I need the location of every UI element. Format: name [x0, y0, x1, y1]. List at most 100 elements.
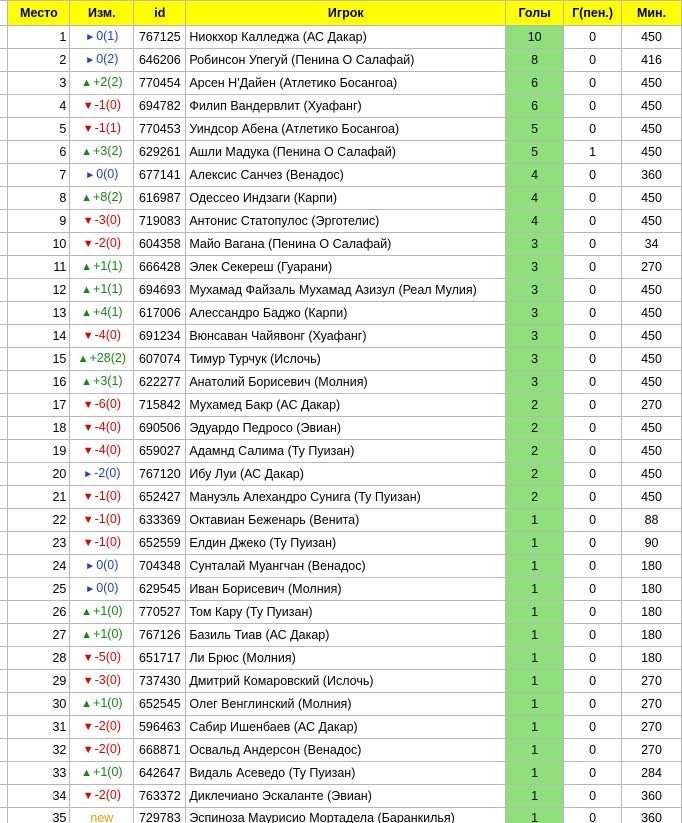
cell-min[interactable]: 270: [621, 393, 682, 417]
cell-id[interactable]: 651717: [133, 646, 187, 670]
cell-player[interactable]: Антонис Статопулос (Эрготелис): [185, 209, 507, 233]
cell-goals[interactable]: 6: [505, 71, 565, 95]
cell-min[interactable]: 360: [621, 784, 682, 808]
cell-pos[interactable]: 32: [7, 738, 71, 762]
cell-player[interactable]: Алессандро Баджо (Карпи): [185, 301, 507, 325]
cell-min[interactable]: 270: [621, 692, 682, 716]
cell-goals[interactable]: 1: [505, 669, 565, 693]
cell-change[interactable]: ►0(0): [69, 554, 135, 578]
cell-goals[interactable]: 5: [505, 117, 565, 141]
cell-pen[interactable]: 0: [563, 209, 623, 233]
cell-player[interactable]: Одессео Индзаги (Карпи): [185, 186, 507, 210]
header-pen[interactable]: Г(пен.): [563, 0, 623, 26]
cell-id[interactable]: 737430: [133, 669, 187, 693]
header-id[interactable]: id: [133, 0, 187, 26]
cell-pos[interactable]: 25: [7, 577, 71, 601]
cell-player[interactable]: Октавиан Беженарь (Венита): [185, 508, 507, 532]
cell-player[interactable]: Сабир Ишенбаев (АС Дакар): [185, 715, 507, 739]
cell-id[interactable]: 704348: [133, 554, 187, 578]
cell-id[interactable]: 646206: [133, 48, 187, 72]
cell-min[interactable]: 180: [621, 577, 682, 601]
cell-goals[interactable]: 1: [505, 554, 565, 578]
header-player[interactable]: Игрок: [185, 0, 507, 26]
cell-player[interactable]: Мухамад Файзаль Мухамад Азизул (Реал Мул…: [185, 278, 507, 302]
cell-change[interactable]: ▲+4(1): [69, 301, 135, 325]
cell-min[interactable]: 180: [621, 600, 682, 624]
cell-pen[interactable]: 0: [563, 669, 623, 693]
cell-pos[interactable]: 20: [7, 462, 71, 486]
cell-change[interactable]: ▲+8(2): [69, 186, 135, 210]
cell-id[interactable]: 715842: [133, 393, 187, 417]
cell-pos[interactable]: 14: [7, 324, 71, 348]
cell-change[interactable]: ▼-4(0): [69, 324, 135, 348]
cell-goals[interactable]: 3: [505, 347, 565, 371]
cell-player[interactable]: Ли Брюс (Молния): [185, 646, 507, 670]
cell-min[interactable]: 88: [621, 508, 682, 532]
cell-goals[interactable]: 1: [505, 531, 565, 555]
cell-pen[interactable]: 0: [563, 462, 623, 486]
cell-pen[interactable]: 0: [563, 439, 623, 463]
cell-pos[interactable]: 35: [7, 807, 71, 823]
cell-min[interactable]: 450: [621, 94, 682, 118]
cell-pen[interactable]: 0: [563, 255, 623, 279]
cell-player[interactable]: Сунталай Муангчан (Венадос): [185, 554, 507, 578]
cell-id[interactable]: 763372: [133, 784, 187, 808]
cell-goals[interactable]: 2: [505, 393, 565, 417]
cell-pen[interactable]: 0: [563, 784, 623, 808]
cell-id[interactable]: 767120: [133, 462, 187, 486]
cell-goals[interactable]: 2: [505, 485, 565, 509]
cell-pos[interactable]: 23: [7, 531, 71, 555]
cell-pen[interactable]: 0: [563, 738, 623, 762]
cell-id[interactable]: 616987: [133, 186, 187, 210]
cell-goals[interactable]: 8: [505, 48, 565, 72]
cell-pen[interactable]: 0: [563, 232, 623, 256]
cell-player[interactable]: Мухамед Бакр (АС Дакар): [185, 393, 507, 417]
cell-player[interactable]: Эдуардо Педросо (Эвиан): [185, 416, 507, 440]
cell-change[interactable]: ▼-4(0): [69, 439, 135, 463]
cell-pos[interactable]: 28: [7, 646, 71, 670]
cell-goals[interactable]: 1: [505, 761, 565, 785]
cell-id[interactable]: 694693: [133, 278, 187, 302]
cell-change[interactable]: ►0(0): [69, 163, 135, 187]
cell-pos[interactable]: 9: [7, 209, 71, 233]
cell-player[interactable]: Освальд Андерсон (Венадос): [185, 738, 507, 762]
cell-change[interactable]: ▲+1(0): [69, 692, 135, 716]
cell-min[interactable]: 34: [621, 232, 682, 256]
cell-change[interactable]: ▼-1(0): [69, 531, 135, 555]
cell-pos[interactable]: 18: [7, 416, 71, 440]
cell-goals[interactable]: 1: [505, 646, 565, 670]
cell-pen[interactable]: 0: [563, 393, 623, 417]
cell-id[interactable]: 729783: [133, 807, 187, 823]
cell-min[interactable]: 416: [621, 48, 682, 72]
cell-id[interactable]: 668871: [133, 738, 187, 762]
cell-min[interactable]: 450: [621, 278, 682, 302]
cell-min[interactable]: 270: [621, 669, 682, 693]
cell-goals[interactable]: 1: [505, 784, 565, 808]
cell-player[interactable]: Уиндсор Абена (Атлетико Босангоа): [185, 117, 507, 141]
cell-goals[interactable]: 4: [505, 163, 565, 187]
cell-player[interactable]: Том Кару (Ту Пуизан): [185, 600, 507, 624]
cell-min[interactable]: 450: [621, 347, 682, 371]
cell-min[interactable]: 270: [621, 738, 682, 762]
cell-player[interactable]: Дмитрий Комаровский (Ислочь): [185, 669, 507, 693]
cell-change[interactable]: ►-2(0): [69, 462, 135, 486]
cell-change[interactable]: ►0(0): [69, 577, 135, 601]
cell-player[interactable]: Мануэль Алехандро Сунига (Ту Пуизан): [185, 485, 507, 509]
cell-goals[interactable]: 1: [505, 807, 565, 823]
cell-id[interactable]: 629261: [133, 140, 187, 164]
cell-min[interactable]: 180: [621, 646, 682, 670]
cell-id[interactable]: 767125: [133, 25, 187, 49]
cell-goals[interactable]: 3: [505, 370, 565, 394]
cell-change[interactable]: ▼-1(0): [69, 94, 135, 118]
cell-player[interactable]: Елдин Джеко (Ту Пуизан): [185, 531, 507, 555]
cell-pos[interactable]: 8: [7, 186, 71, 210]
cell-player[interactable]: Тимур Турчук (Ислочь): [185, 347, 507, 371]
cell-goals[interactable]: 3: [505, 255, 565, 279]
cell-pos[interactable]: 33: [7, 761, 71, 785]
cell-pen[interactable]: 0: [563, 71, 623, 95]
cell-player[interactable]: Элек Секереш (Гуарани): [185, 255, 507, 279]
cell-change[interactable]: ▲+1(0): [69, 761, 135, 785]
cell-id[interactable]: 691234: [133, 324, 187, 348]
cell-id[interactable]: 659027: [133, 439, 187, 463]
cell-player[interactable]: Ибу Луи (АС Дакар): [185, 462, 507, 486]
